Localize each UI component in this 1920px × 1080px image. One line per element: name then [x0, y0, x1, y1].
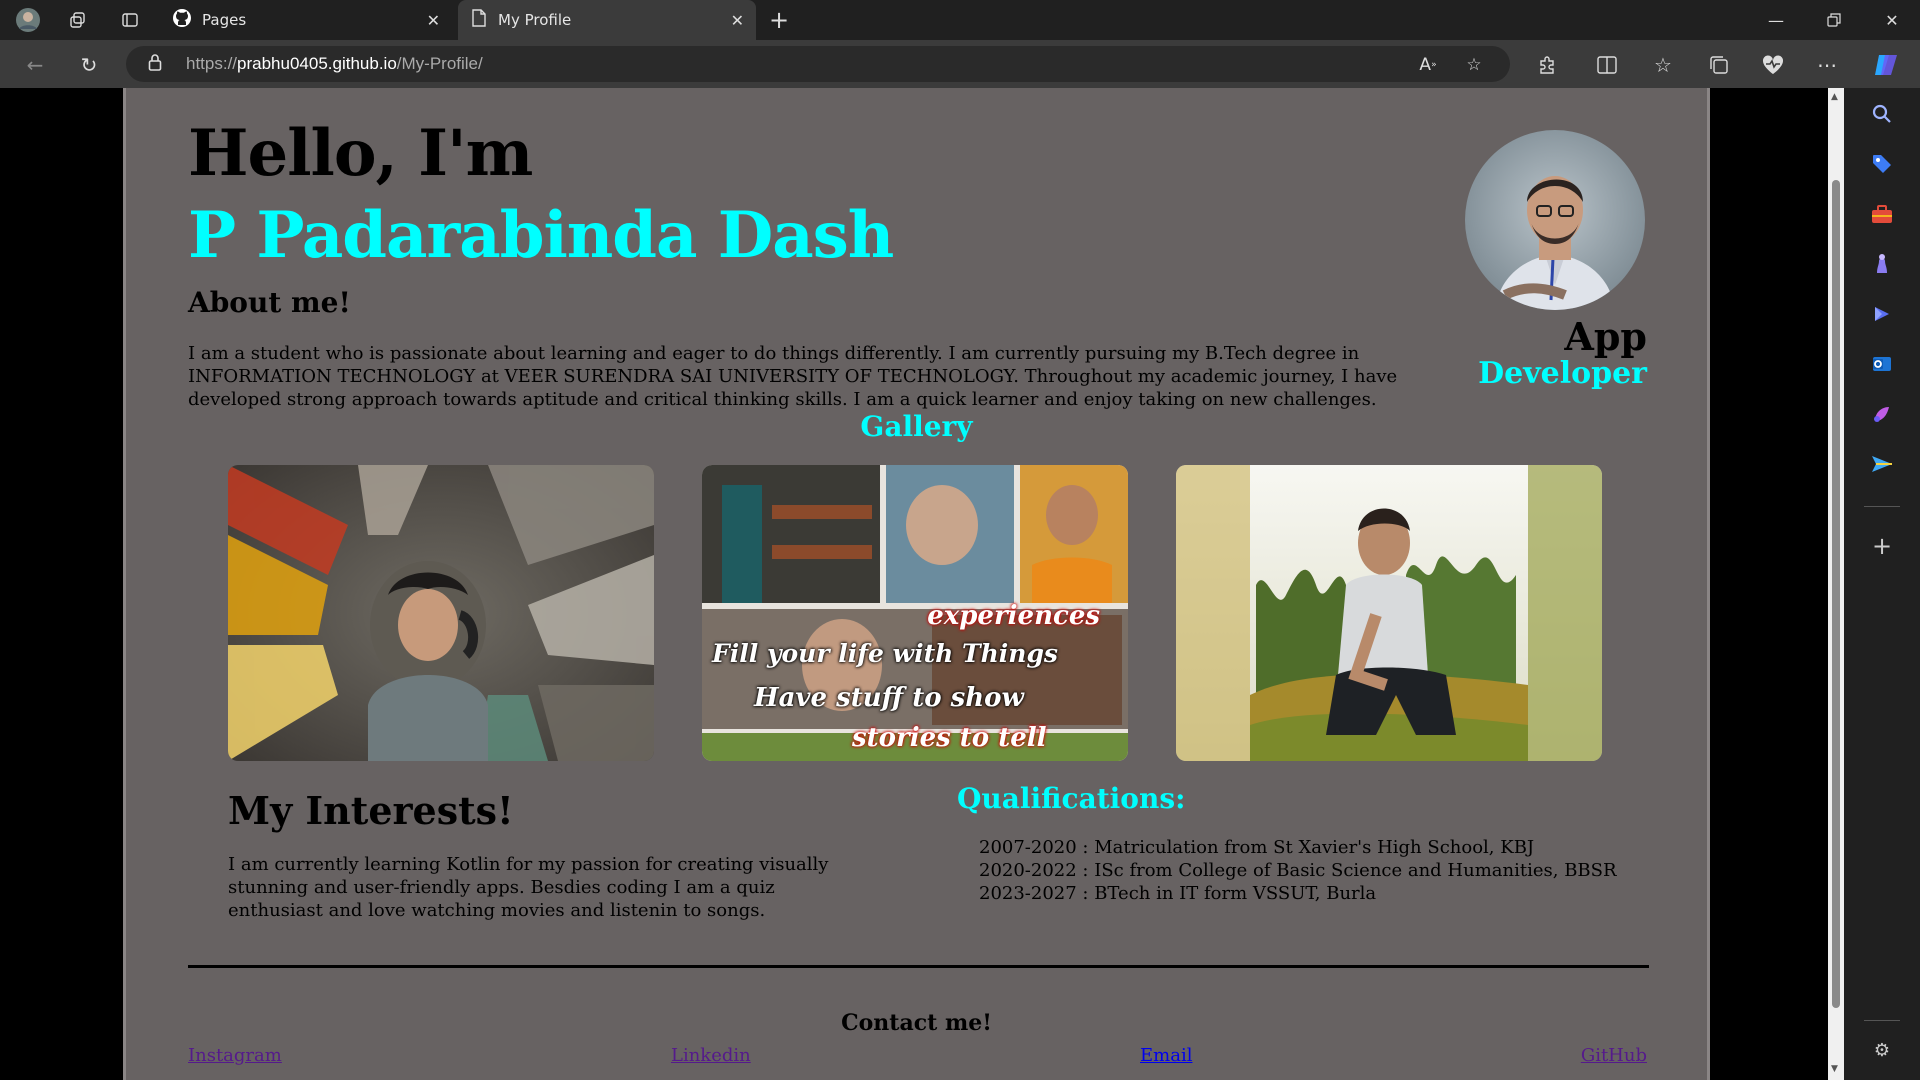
- profile-avatar-icon[interactable]: [14, 6, 42, 34]
- qualification-item: 2007-2020 : Matriculation from St Xavier…: [979, 837, 1535, 858]
- url-scheme: https://: [186, 54, 238, 73]
- designer-icon[interactable]: [1866, 398, 1898, 430]
- github-link[interactable]: GitHub: [1581, 1045, 1647, 1066]
- collage-caption-4: stories to tell: [852, 723, 1047, 753]
- browser-essentials-icon[interactable]: [1758, 50, 1788, 80]
- refresh-icon[interactable]: ↻: [74, 50, 104, 80]
- about-heading: About me!: [188, 286, 351, 319]
- tab-strip: Pages ✕ My Profile ✕ + — ✕: [0, 0, 1920, 40]
- qualifications-list: 2007-2020 : Matriculation from St Xavier…: [979, 836, 1617, 905]
- page-icon: [470, 8, 488, 32]
- profile-photo: [1465, 130, 1645, 310]
- interests-heading: My Interests!: [228, 788, 514, 833]
- collections-icon[interactable]: [1704, 50, 1734, 80]
- scrollbar-thumb[interactable]: [1832, 180, 1840, 1008]
- split-screen-icon[interactable]: [1592, 50, 1622, 80]
- github-icon: [172, 8, 192, 32]
- url-host: prabhu0405.github.io: [237, 54, 397, 73]
- workspaces-icon[interactable]: [64, 6, 92, 34]
- shopping-tag-icon[interactable]: [1866, 148, 1898, 180]
- gallery-photo-2-collage: experiences Fill your life with Things H…: [702, 465, 1128, 761]
- linkedin-link[interactable]: Linkedin: [671, 1045, 751, 1066]
- close-window-icon[interactable]: ✕: [1864, 0, 1920, 40]
- collage-caption-3: Have stuff to show: [754, 683, 1024, 713]
- read-aloud-icon[interactable]: A»: [1416, 53, 1440, 77]
- extensions-icon[interactable]: [1532, 50, 1562, 80]
- copilot-icon[interactable]: [1872, 50, 1902, 80]
- collage-caption-2: Fill your life with Things: [712, 639, 1059, 668]
- qualifications-heading: Qualifications:: [957, 782, 1186, 815]
- tab-my-profile[interactable]: My Profile ✕: [458, 0, 756, 40]
- email-link[interactable]: Email: [1140, 1045, 1192, 1066]
- favorites-icon[interactable]: ☆: [1648, 50, 1678, 80]
- browser-sidebar: + ⚙: [1844, 88, 1920, 1080]
- sidebar-divider: [1864, 506, 1900, 507]
- contact-heading: Contact me!: [841, 1010, 992, 1036]
- new-tab-icon[interactable]: +: [765, 6, 793, 34]
- search-icon[interactable]: [1866, 98, 1898, 130]
- collage-caption-1: experiences: [927, 601, 1100, 631]
- section-divider: [188, 965, 1649, 968]
- sidebar-divider: [1864, 1020, 1900, 1021]
- restore-icon[interactable]: [1806, 0, 1862, 40]
- favorite-star-icon[interactable]: ☆: [1462, 53, 1486, 77]
- tab-title: My Profile: [498, 11, 572, 29]
- outlook-icon[interactable]: [1866, 348, 1898, 380]
- settings-gear-icon[interactable]: ⚙: [1866, 1034, 1898, 1066]
- send-icon[interactable]: [1866, 448, 1898, 480]
- scroll-down-icon[interactable]: ▼: [1831, 1064, 1838, 1074]
- about-paragraph: I am a student who is passionate about l…: [188, 343, 1398, 410]
- qualification-item: 2023-2027 : BTech in IT form VSSUT, Burl…: [979, 883, 1377, 904]
- instagram-link[interactable]: Instagram: [188, 1045, 282, 1066]
- tab-title: Pages: [202, 11, 247, 29]
- scroll-up-icon[interactable]: ▲: [1831, 92, 1838, 102]
- interests-paragraph: I am currently learning Kotlin for my pa…: [228, 854, 829, 921]
- role-title-line2: Developer: [1478, 356, 1647, 391]
- gallery-heading: Gallery: [860, 410, 973, 443]
- tools-briefcase-icon[interactable]: [1866, 198, 1898, 230]
- add-icon[interactable]: +: [1866, 530, 1898, 562]
- tab-pages[interactable]: Pages ✕: [160, 0, 452, 40]
- close-icon[interactable]: ✕: [427, 11, 440, 30]
- more-options-icon[interactable]: ⋯: [1812, 50, 1842, 80]
- address-bar-row: ← ↻ https://prabhu0405.github.io/My-Prof…: [0, 40, 1920, 88]
- games-icon[interactable]: [1866, 248, 1898, 280]
- qualification-item: 2020-2022 : ISc from College of Basic Sc…: [979, 860, 1617, 881]
- lock-icon: [148, 53, 162, 75]
- role-title-line1: App: [1564, 314, 1647, 359]
- close-icon[interactable]: ✕: [731, 11, 744, 30]
- url-path: /My-Profile/: [396, 54, 483, 73]
- minimize-icon[interactable]: —: [1748, 0, 1804, 40]
- gallery-photo-3: [1176, 465, 1602, 761]
- copilot-sidebar-icon[interactable]: [1866, 298, 1898, 330]
- url-text: https://prabhu0405.github.io/My-Profile/: [186, 54, 483, 74]
- name-heading: P Padarabinda Dash: [188, 198, 894, 273]
- address-bar[interactable]: https://prabhu0405.github.io/My-Profile/…: [126, 46, 1510, 82]
- gallery-photo-1: [228, 465, 654, 761]
- browser-viewport: Hello, I'm P Padarabinda Dash About me! …: [0, 88, 1844, 1080]
- profile-page: Hello, I'm P Padarabinda Dash About me! …: [123, 88, 1710, 1080]
- tab-actions-icon[interactable]: [116, 6, 144, 34]
- greeting-heading: Hello, I'm: [188, 116, 533, 191]
- back-icon[interactable]: ←: [20, 50, 50, 80]
- vertical-scrollbar[interactable]: ▲ ▼: [1828, 88, 1844, 1080]
